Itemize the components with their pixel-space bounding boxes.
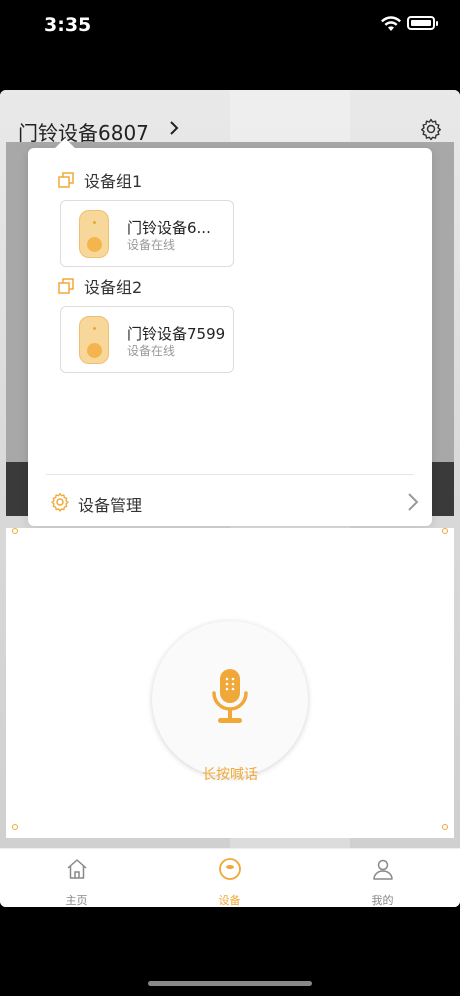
group-header-2: 设备组2 — [58, 274, 142, 298]
header: 门铃设备6807 — [0, 90, 460, 145]
chevron-right-icon — [408, 493, 419, 511]
talk-panel: 长按喊话 — [6, 528, 454, 838]
doorbell-thumbnail — [79, 316, 109, 364]
device-name: 门铃设备7599 — [127, 325, 226, 343]
divider — [46, 474, 414, 475]
group-label: 设备组1 — [84, 172, 143, 191]
group-icon — [58, 278, 74, 294]
tab-profile[interactable]: 我的 — [306, 849, 459, 907]
doorbell-thumbnail — [79, 210, 109, 258]
device-status: 设备在线 — [127, 238, 176, 252]
tab-home[interactable]: 主页 — [0, 849, 153, 907]
device-card[interactable]: 门铃设备7599 设备在线 — [60, 306, 234, 373]
gear-icon[interactable] — [419, 117, 443, 141]
device-title[interactable]: 门铃设备6807 — [18, 117, 149, 146]
device-name: 门铃设备6... — [127, 219, 211, 237]
group-header-1: 设备组1 — [58, 168, 142, 192]
microphone-icon — [212, 669, 248, 723]
tab-label: 主页 — [65, 894, 88, 907]
corner-marker — [442, 528, 448, 534]
tab-bar: 主页 设备 我的 — [0, 848, 460, 907]
corner-marker — [12, 528, 18, 534]
device-card[interactable]: 门铃设备6... 设备在线 — [60, 200, 234, 267]
talk-button[interactable] — [152, 621, 308, 777]
tab-label: 设备 — [218, 894, 241, 907]
status-time: 3:35 — [44, 14, 92, 36]
battery-icon — [407, 16, 438, 30]
gear-icon — [51, 492, 69, 512]
tab-label: 我的 — [371, 894, 394, 907]
corner-marker — [442, 824, 448, 830]
profile-icon — [373, 859, 393, 880]
talk-label: 长按喊话 — [202, 767, 258, 783]
group-label: 设备组2 — [84, 278, 143, 297]
home-icon — [67, 859, 87, 879]
device-icon — [219, 858, 241, 880]
device-manage-row[interactable]: 设备管理 — [50, 482, 420, 522]
device-status: 设备在线 — [127, 344, 176, 358]
manage-label: 设备管理 — [78, 496, 143, 515]
app-screen: 门铃设备6807 设备组1 门铃设备6... 设备在线 设备组2 门铃设备759… — [0, 90, 460, 907]
wifi-icon — [381, 16, 401, 31]
home-indicator[interactable] — [148, 981, 312, 986]
corner-marker — [12, 824, 18, 830]
device-dropdown: 设备组1 门铃设备6... 设备在线 设备组2 门铃设备7599 设备在线 设备… — [28, 148, 432, 526]
tab-device[interactable]: 设备 — [153, 849, 306, 907]
status-bar: 3:35 — [0, 0, 460, 52]
group-icon — [58, 172, 74, 188]
chevron-right-icon[interactable] — [166, 120, 182, 136]
